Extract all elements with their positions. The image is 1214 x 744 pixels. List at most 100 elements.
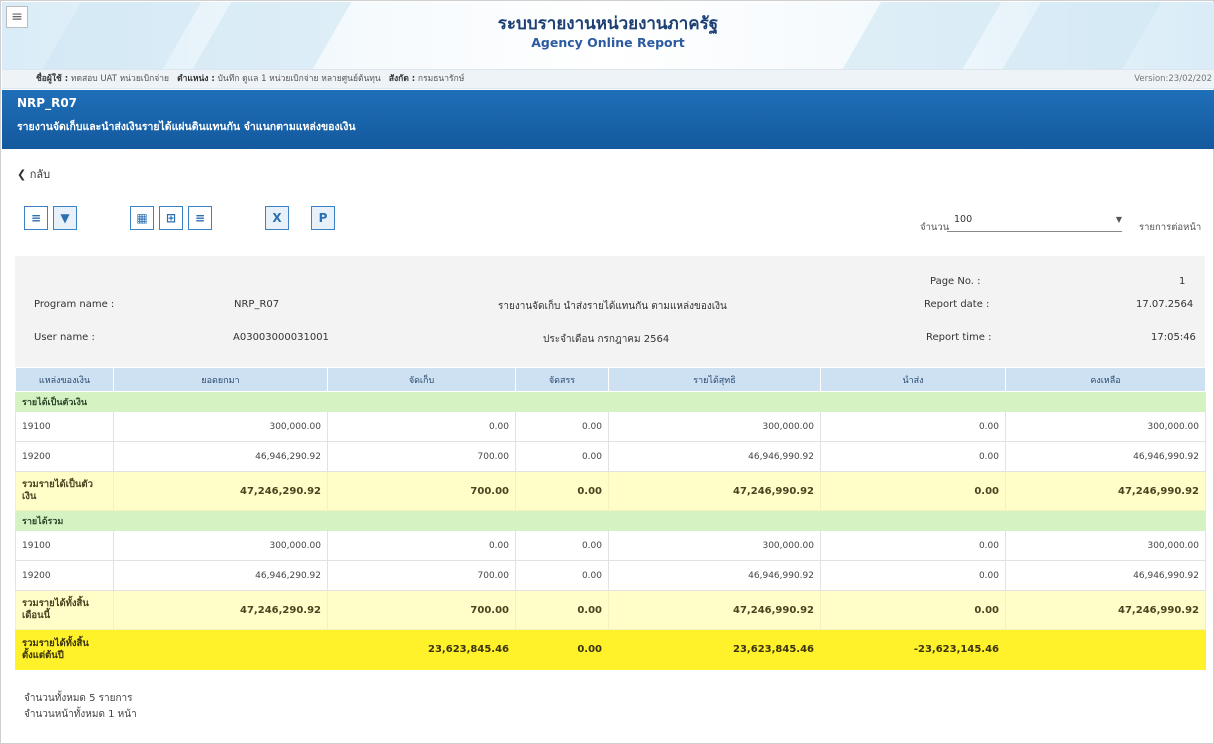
cell: 0.00 (820, 530, 1006, 561)
cell: 700.00 (327, 441, 516, 472)
report-title-bar: NRP_R07 รายงานจัดเก็บและนำส่งเงินรายได้แ… (2, 90, 1214, 149)
group-row: รายได้รวม (15, 510, 1206, 531)
cell: รวมรายได้ทั้งสิ้นตั้งแต่ต้นปี (15, 629, 114, 670)
position-label: ตำแหน่ง : (177, 74, 215, 84)
report-table: แหล่งของเงิน ยอดยกมา จัดเก็บ จัดสรร รายไ… (15, 367, 1206, 670)
group-row: รายได้เป็นตัวเงิน (15, 391, 1206, 412)
pdf-export-icon[interactable]: P (311, 206, 335, 230)
cell: 0.00 (515, 560, 609, 591)
cell: 46,946,990.92 (608, 560, 821, 591)
excel-export-icon[interactable]: X (265, 206, 289, 230)
col-header-allocated[interactable]: จัดสรร (515, 367, 609, 392)
cell: 47,246,990.92 (1005, 471, 1206, 511)
position-value: บันทึก ดูแล 1 หน่วยเบิกจ่าย หลายศูนย์ต้น… (217, 74, 381, 84)
report-code: NRP_R07 (17, 96, 78, 110)
user-name-label: User name : (34, 332, 95, 343)
add-row-icon[interactable]: ≡ (188, 206, 212, 230)
cell: 46,946,990.92 (1005, 441, 1206, 472)
program-name-value: NRP_R07 (234, 299, 280, 310)
cell: 19100 (15, 411, 114, 442)
expand-icon[interactable]: ⊞ (159, 206, 183, 230)
cell: 0.00 (820, 590, 1006, 630)
cell: 0.00 (820, 560, 1006, 591)
cell: 46,946,990.92 (608, 441, 821, 472)
group-label: รายได้รวม (15, 510, 1206, 531)
app-header: ≡ ระบบรายงานหน่วยงานภาครัฐ Agency Online… (2, 2, 1214, 69)
group-label: รายได้เป็นตัวเงิน (15, 391, 1206, 412)
col-header-collected[interactable]: จัดเก็บ (327, 367, 516, 392)
cell: 0.00 (515, 471, 609, 511)
cell (1005, 629, 1206, 670)
cell: 0.00 (327, 411, 516, 442)
cell: 300,000.00 (608, 411, 821, 442)
cell: 0.00 (820, 441, 1006, 472)
cell: รวมรายได้เป็นตัวเงิน (15, 471, 114, 511)
ytd-total-row: รวมรายได้ทั้งสิ้นตั้งแต่ต้นปี 23,623,845… (15, 629, 1206, 670)
cell: 19200 (15, 441, 114, 472)
cell: 47,246,990.92 (1005, 590, 1206, 630)
cell: 0.00 (327, 530, 516, 561)
cell: 47,246,290.92 (113, 471, 328, 511)
user-name-value: A03003000031001 (233, 332, 329, 343)
col-header-remitted[interactable]: นำส่ง (820, 367, 1006, 392)
cell: 0.00 (515, 441, 609, 472)
col-header-brought-forward[interactable]: ยอดยกมา (113, 367, 328, 392)
app-title-en: Agency Online Report (531, 35, 685, 50)
rows-per-page-select[interactable]: 100 ▼ (947, 207, 1122, 232)
report-time-value: 17:05:46 (1151, 332, 1196, 343)
cell: 23,623,845.46 (327, 629, 516, 670)
table-row: 19200 46,946,290.92 700.00 0.00 46,946,9… (15, 560, 1206, 591)
report-period: ประจำเดือน กรกฎาคม 2564 (543, 334, 670, 345)
report-table-container: แหล่งของเงิน ยอดยกมา จัดเก็บ จัดสรร รายไ… (15, 367, 1206, 670)
filter-icon[interactable]: ▼ (53, 206, 77, 230)
amount-label: จำนวน (920, 222, 950, 233)
cell: 300,000.00 (113, 530, 328, 561)
col-header-balance[interactable]: คงเหลือ (1005, 367, 1206, 392)
cell: 47,246,990.92 (608, 590, 821, 630)
cell: 300,000.00 (1005, 530, 1206, 561)
cell: 47,246,990.92 (608, 471, 821, 511)
cell: 46,946,290.92 (113, 560, 328, 591)
version-text: Version:23/02/202 (1134, 74, 1212, 84)
org-label: สังกัด : (388, 74, 416, 84)
column-layout-icon[interactable]: ▦ (130, 206, 154, 230)
sort-icon[interactable]: ≡ (24, 206, 48, 230)
user-info-bar: ชื่อผู้ใช้ : ทดสอบ UAT หน่วยเบิกจ่าย ตำแ… (2, 69, 1214, 89)
col-header-source[interactable]: แหล่งของเงิน (15, 367, 114, 392)
report-title: รายงานจัดเก็บ นำส่งรายได้แทนกัน ตามแหล่ง… (498, 301, 727, 312)
cell: 700.00 (327, 471, 516, 511)
table-header-row: แหล่งของเงิน ยอดยกมา จัดเก็บ จัดสรร รายไ… (15, 367, 1206, 392)
report-description: รายงานจัดเก็บและนำส่งเงินรายได้แผ่นดินแท… (17, 121, 356, 133)
table-row: 19100 300,000.00 0.00 0.00 300,000.00 0.… (15, 411, 1206, 442)
back-label: กลับ (29, 168, 51, 181)
cell: 700.00 (327, 560, 516, 591)
total-pages-text: จำนวนหน้าทั้งหมด 1 หน้า (24, 709, 137, 720)
cell: 0.00 (515, 629, 609, 670)
report-date-value: 17.07.2564 (1136, 299, 1194, 310)
cell: 19200 (15, 560, 114, 591)
col-header-net-income[interactable]: รายได้สุทธิ (608, 367, 821, 392)
page-no-value: 1 (1179, 276, 1186, 287)
chevron-left-icon: ❮ (17, 168, 27, 181)
report-date-label: Report date : (924, 299, 990, 310)
cell: 300,000.00 (1005, 411, 1206, 442)
program-name-label: Program name : (34, 299, 115, 310)
cell: 0.00 (515, 411, 609, 442)
cell: 23,623,845.46 (608, 629, 821, 670)
table-row: 19200 46,946,290.92 700.00 0.00 46,946,9… (15, 441, 1206, 472)
report-time-label: Report time : (926, 332, 992, 343)
total-items-text: จำนวนทั้งหมด 5 รายการ (24, 693, 133, 704)
cell: 0.00 (820, 411, 1006, 442)
subtotal-row: รวมรายได้ทั้งสิ้นเดือนนี้ 47,246,290.92 … (15, 590, 1206, 630)
user-label: ชื่อผู้ใช้ : (36, 74, 69, 84)
cell: 0.00 (820, 471, 1006, 511)
cell: -23,623,145.46 (820, 629, 1006, 670)
app-frame: ≡ ระบบรายงานหน่วยงานภาครัฐ Agency Online… (0, 0, 1214, 744)
report-info-panel: Page No. : 1 Program name : NRP_R07 รายง… (15, 256, 1205, 367)
rows-per-page-value: 100 (954, 214, 973, 225)
table-row: 19100 300,000.00 0.00 0.00 300,000.00 0.… (15, 530, 1206, 561)
back-link[interactable]: ❮ กลับ (17, 165, 50, 183)
cell: 19100 (15, 530, 114, 561)
user-value: ทดสอบ UAT หน่วยเบิกจ่าย (70, 74, 169, 84)
cell: 47,246,290.92 (113, 590, 328, 630)
